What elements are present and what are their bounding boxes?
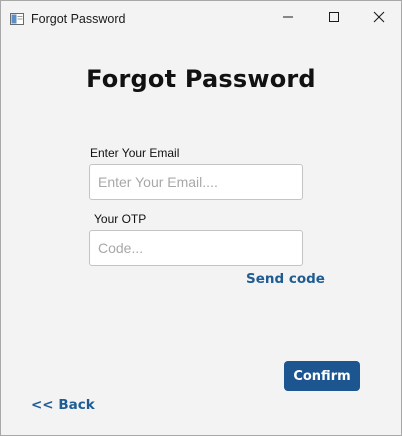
minimize-button[interactable]	[265, 1, 311, 37]
maximize-icon	[328, 10, 340, 28]
window-app-icon	[10, 12, 24, 25]
page-title: Forgot Password	[86, 65, 316, 93]
maximize-button[interactable]	[311, 1, 357, 37]
forgot-password-window: Forgot Password Forgot Password Enter Yo…	[0, 0, 402, 436]
close-icon	[373, 10, 385, 28]
title-bar[interactable]: Forgot Password	[1, 1, 401, 37]
minimize-icon	[282, 10, 294, 28]
window-title: Forgot Password	[31, 12, 126, 26]
email-field[interactable]	[89, 164, 303, 200]
otp-label: Your OTP	[94, 212, 147, 226]
back-link[interactable]: << Back	[31, 397, 95, 413]
send-code-link[interactable]: Send code	[246, 271, 325, 287]
close-button[interactable]	[356, 1, 402, 37]
confirm-button[interactable]: Confirm	[284, 361, 360, 391]
otp-field[interactable]	[89, 230, 303, 266]
email-label: Enter Your Email	[90, 146, 180, 160]
